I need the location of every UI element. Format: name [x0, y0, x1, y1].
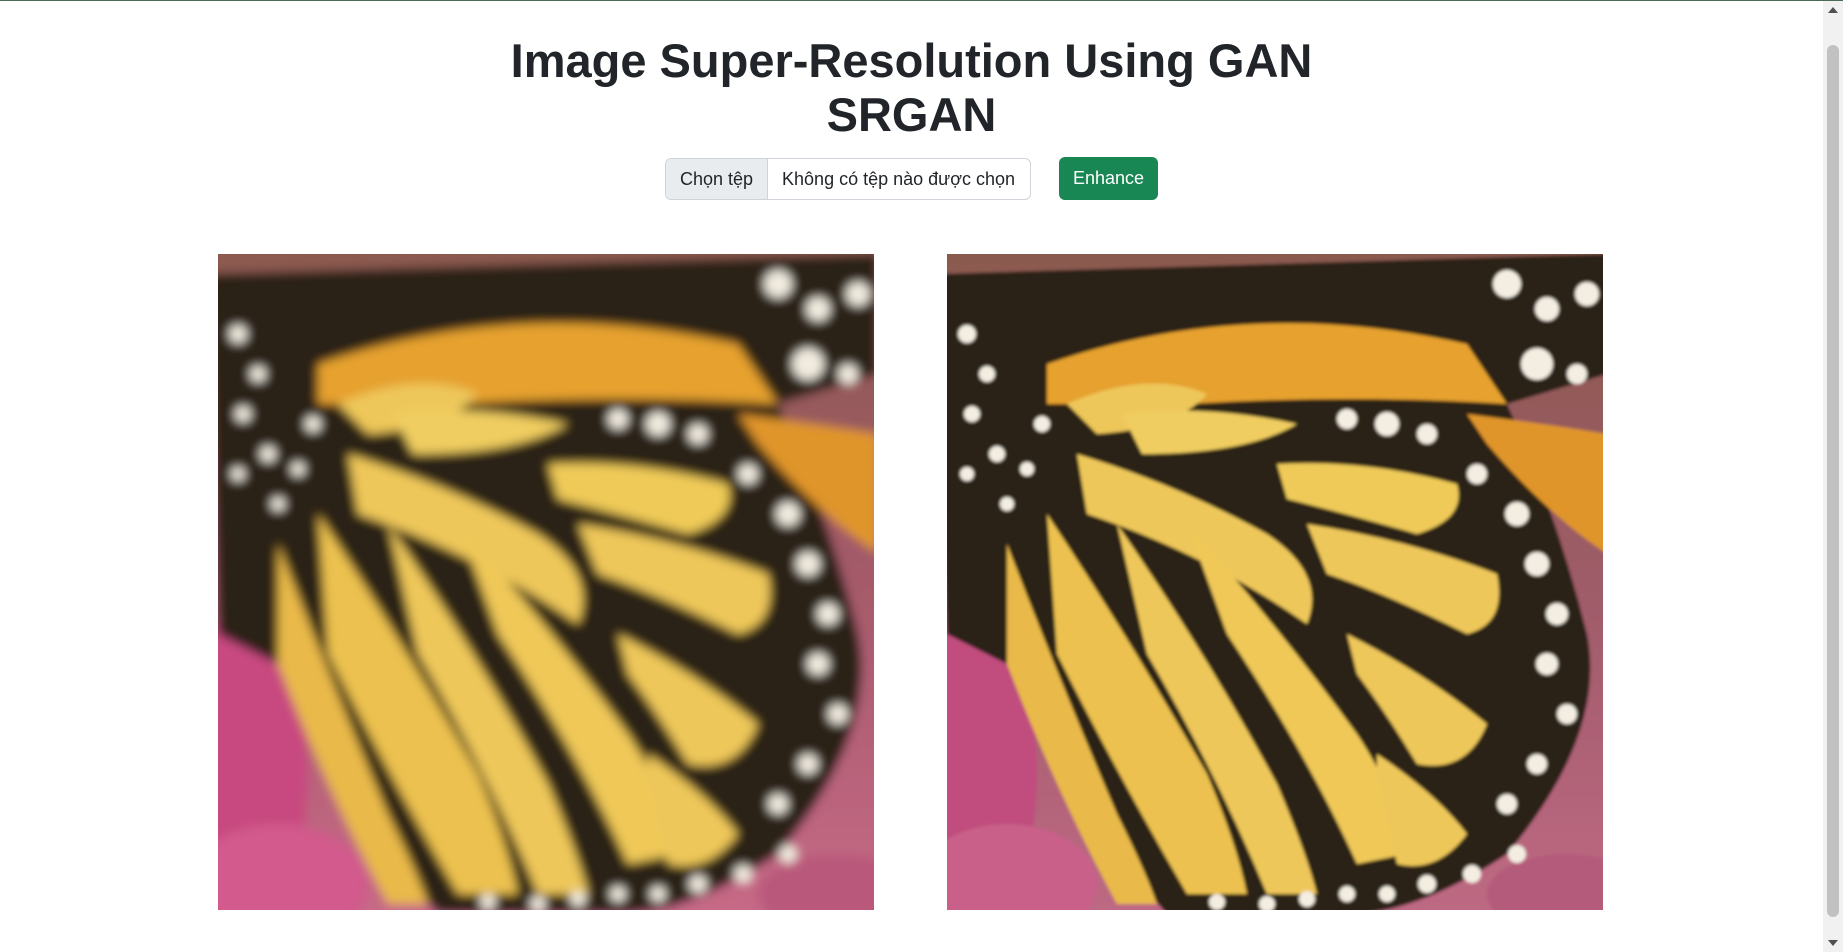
low-res-image — [218, 254, 874, 910]
page-title: Image Super-Resolution Using GAN SRGAN — [0, 34, 1823, 142]
title-line-1: Image Super-Resolution Using GAN — [510, 34, 1313, 87]
upload-controls: Chọn tệp Không có tệp nào được chọn Enha… — [0, 157, 1823, 200]
scroll-up-arrow-icon[interactable] — [1828, 7, 1838, 13]
scroll-down-arrow-icon[interactable] — [1828, 940, 1838, 946]
title-line-2: SRGAN — [826, 88, 997, 141]
choose-file-button[interactable]: Chọn tệp — [665, 158, 769, 199]
file-name-label: Không có tệp nào được chọn — [782, 168, 1016, 189]
vertical-scrollbar[interactable] — [1823, 1, 1843, 952]
enhance-button[interactable]: Enhance — [1058, 157, 1159, 200]
scrollbar-thumb[interactable] — [1827, 45, 1839, 917]
page: Image Super-Resolution Using GAN SRGAN C… — [0, 0, 1823, 952]
butterfly-wing-image-low-res — [218, 254, 874, 910]
file-input[interactable]: Chọn tệp Không có tệp nào được chọn — [664, 157, 1031, 200]
butterfly-wing-image-super-res — [947, 254, 1603, 910]
super-res-image — [947, 254, 1603, 910]
